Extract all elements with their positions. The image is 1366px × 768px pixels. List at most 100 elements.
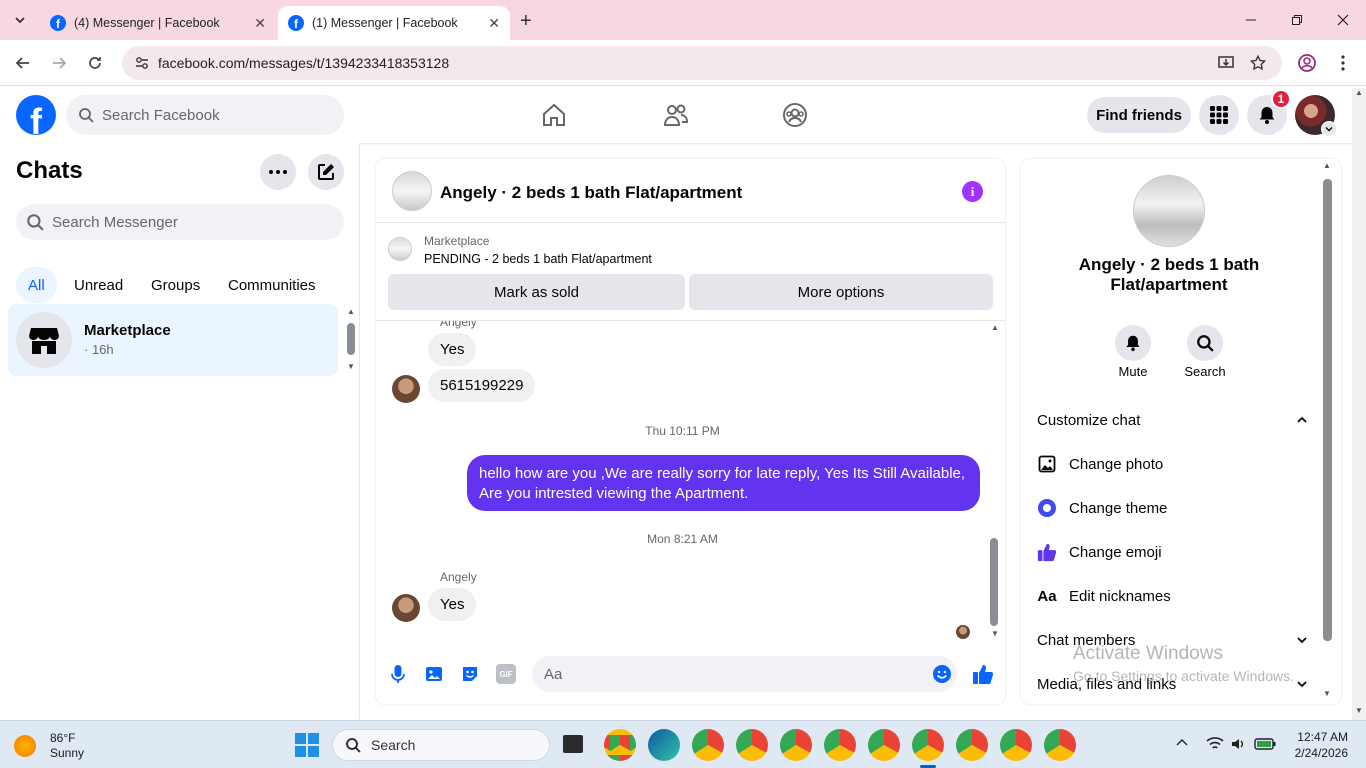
menu-button[interactable]: [1199, 95, 1239, 135]
filter-communities[interactable]: Communities: [216, 267, 328, 303]
more-horizontal-icon: [269, 170, 287, 174]
filter-all[interactable]: All: [16, 267, 57, 303]
listing-photo[interactable]: [1133, 175, 1205, 247]
start-button[interactable]: [295, 733, 319, 762]
show-hidden-icons[interactable]: [1176, 737, 1188, 752]
message-input[interactable]: Aa: [532, 656, 957, 692]
outgoing-message-bubble[interactable]: hello how are you ,We are really sorry f…: [467, 455, 980, 511]
edge-icon[interactable]: [648, 729, 680, 761]
browser-tab-1[interactable]: f (4) Messenger | Facebook ✕: [40, 6, 276, 40]
chrome-icon[interactable]: [1000, 729, 1032, 761]
conversation-title[interactable]: Angely · 2 beds 1 bath Flat/apartment: [440, 183, 742, 203]
search-in-conversation-button[interactable]: [1187, 325, 1223, 361]
like-button[interactable]: [972, 663, 994, 690]
search-placeholder: Search Facebook: [102, 106, 220, 124]
voice-clip-button[interactable]: [388, 664, 408, 689]
sender-avatar[interactable]: [392, 594, 420, 622]
battery-icon[interactable]: [1254, 737, 1276, 756]
message-bubble[interactable]: Yes: [428, 333, 477, 366]
groups-nav[interactable]: [781, 101, 809, 134]
message-scrollbar[interactable]: ▲ ▼: [988, 323, 1002, 641]
chrome-icon[interactable]: [780, 729, 812, 761]
facebook-logo[interactable]: f: [16, 95, 56, 135]
volume-icon[interactable]: [1230, 736, 1246, 757]
chrome-icon[interactable]: [692, 729, 724, 761]
taskbar-search[interactable]: Search: [332, 729, 550, 761]
info-title: Angely · 2 beds 1 bath Flat/apartment: [1078, 255, 1260, 294]
page-scrollbar[interactable]: ▲ ▼: [1352, 88, 1366, 720]
emoji-button[interactable]: [932, 664, 952, 689]
chrome-icon[interactable]: [868, 729, 900, 761]
thumbs-up-icon: [1037, 543, 1057, 562]
chrome-icon[interactable]: [824, 729, 856, 761]
conversation-avatar[interactable]: [392, 171, 432, 211]
chevron-down-icon: [15, 17, 25, 24]
close-tab-icon[interactable]: ✕: [254, 15, 266, 32]
sticker-button[interactable]: [460, 664, 480, 689]
attach-photo-button[interactable]: [424, 664, 444, 689]
facebook-search[interactable]: Search Facebook: [66, 95, 344, 135]
site-settings-icon[interactable]: [134, 55, 150, 71]
conversation-info-icon[interactable]: i: [962, 181, 983, 202]
restore-icon: [1292, 15, 1302, 25]
close-tab-icon[interactable]: ✕: [488, 15, 500, 32]
message-bubble[interactable]: Yes: [428, 588, 477, 621]
friends-nav[interactable]: [662, 101, 690, 134]
info-panel-scrollbar[interactable]: ▲ ▼: [1321, 161, 1335, 701]
chrome-active-icon[interactable]: [912, 729, 944, 761]
more-vertical-icon: [1341, 55, 1345, 71]
profile-button[interactable]: [1292, 48, 1322, 78]
clock[interactable]: 12:47 AM 2/24/2026: [1288, 729, 1348, 761]
text-aa-icon: Aa: [1037, 587, 1057, 605]
home-nav[interactable]: [540, 101, 568, 134]
weather-desc: Sunny: [50, 746, 85, 760]
new-tab-button[interactable]: +: [520, 10, 532, 33]
mute-button[interactable]: [1115, 325, 1151, 361]
browser-tab-2-active[interactable]: f (1) Messenger | Facebook ✕: [278, 6, 510, 40]
edit-nicknames-item[interactable]: Aa Edit nicknames: [1037, 576, 1307, 616]
message-bubble[interactable]: 5615199229: [428, 369, 536, 402]
address-bar[interactable]: facebook.com/messages/t/1394233418353128: [122, 46, 1282, 80]
mark-as-sold-button[interactable]: Mark as sold: [388, 274, 685, 310]
tab-search-dropdown[interactable]: [8, 8, 32, 32]
url-text: facebook.com/messages/t/1394233418353128: [158, 55, 450, 71]
chrome-icon[interactable]: [736, 729, 768, 761]
chrome-profile-icon[interactable]: [604, 729, 636, 761]
find-friends-button[interactable]: Find friends: [1087, 97, 1191, 133]
chrome-icon[interactable]: [1044, 729, 1076, 761]
close-window-button[interactable]: [1320, 0, 1366, 40]
message-list: Angely Yes 5615199229 Thu 10:11 PM hello…: [376, 321, 1005, 644]
filter-unread[interactable]: Unread: [62, 267, 135, 303]
search-icon: [27, 214, 44, 231]
wifi-icon[interactable]: [1206, 736, 1224, 757]
sender-avatar[interactable]: [392, 375, 420, 403]
chat-list-item-marketplace[interactable]: Marketplace · 16h: [8, 304, 338, 376]
forward-button[interactable]: [44, 48, 74, 78]
browser-menu-button[interactable]: [1328, 48, 1358, 78]
reload-button[interactable]: [80, 48, 110, 78]
chats-options-button[interactable]: [260, 154, 296, 190]
change-theme-item[interactable]: Change theme: [1037, 488, 1307, 528]
weather-widget[interactable]: 86°F Sunny: [14, 731, 84, 761]
new-message-button[interactable]: [308, 154, 344, 190]
messenger-search[interactable]: Search Messenger: [16, 204, 344, 240]
back-button[interactable]: [8, 48, 38, 78]
chevron-down-icon: [1297, 637, 1307, 644]
listing-label: Marketplace: [424, 234, 490, 248]
more-options-button[interactable]: More options: [689, 274, 993, 310]
filter-groups[interactable]: Groups: [139, 267, 212, 303]
account-dropdown[interactable]: [1321, 121, 1337, 137]
change-emoji-item[interactable]: Change emoji: [1037, 532, 1307, 572]
chat-list-scrollbar[interactable]: ▲ ▼: [346, 307, 356, 373]
tab-title: (4) Messenger | Facebook: [74, 16, 220, 30]
gif-icon[interactable]: GIF: [496, 664, 516, 684]
customize-chat-section[interactable]: Customize chat: [1037, 400, 1307, 440]
install-app-button[interactable]: [1211, 48, 1241, 78]
chrome-icon[interactable]: [956, 729, 988, 761]
task-view-icon[interactable]: [563, 735, 583, 753]
minimize-button[interactable]: [1228, 0, 1274, 40]
restore-button[interactable]: [1274, 0, 1320, 40]
bookmark-button[interactable]: [1243, 48, 1273, 78]
change-photo-item[interactable]: Change photo: [1037, 444, 1307, 484]
sun-icon: [14, 735, 36, 757]
